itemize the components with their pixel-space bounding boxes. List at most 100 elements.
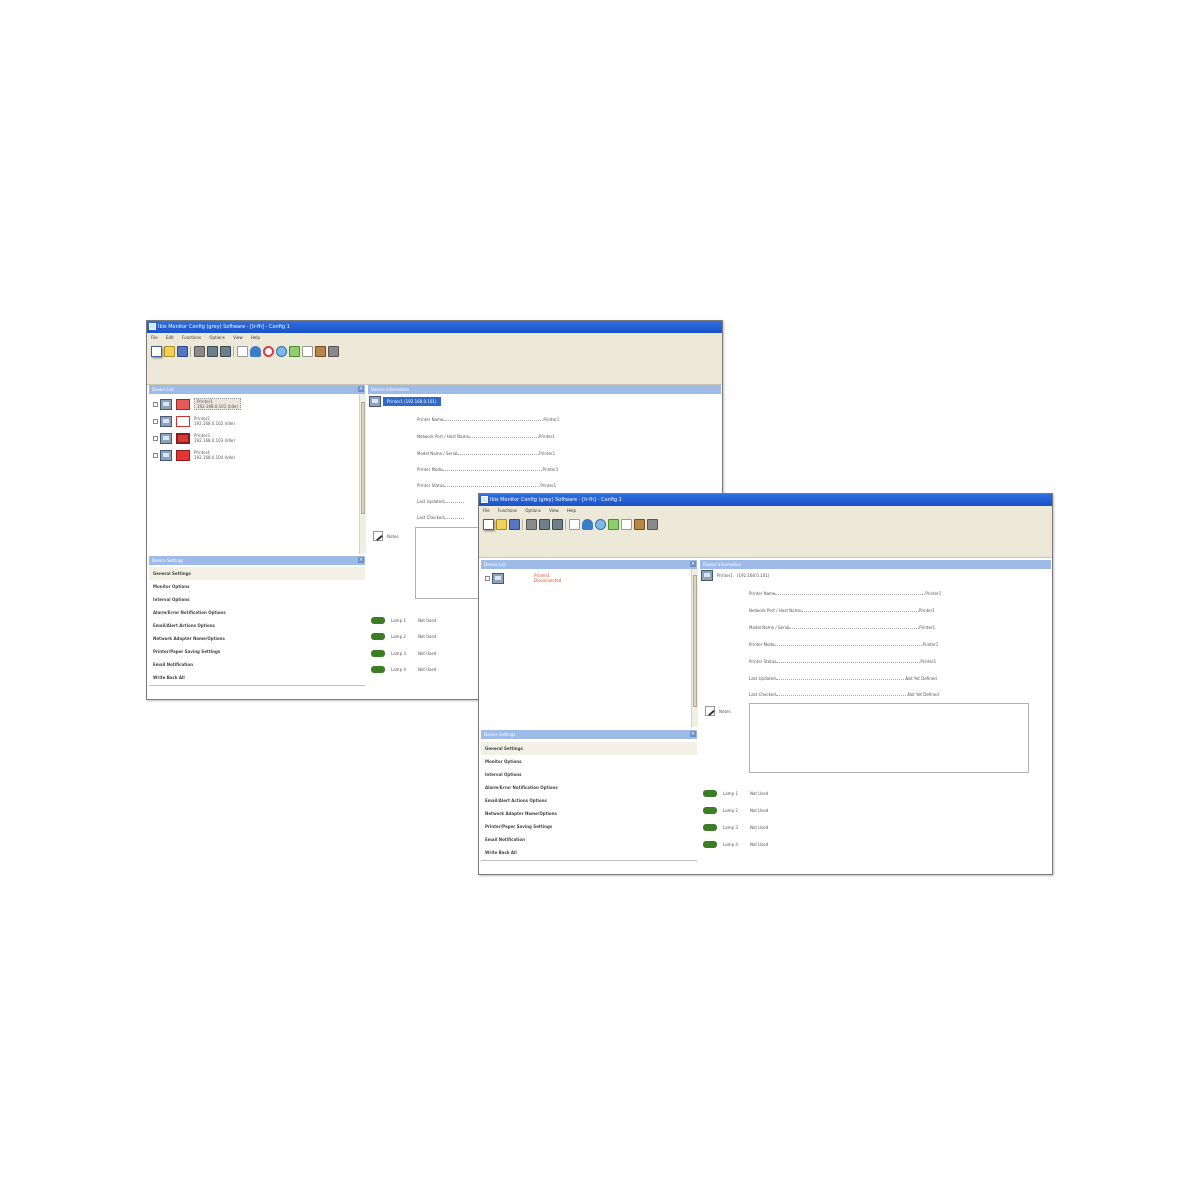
menu-edit[interactable]: Edit	[166, 335, 174, 340]
computer-icon	[160, 449, 172, 461]
settings-item[interactable]: Network Adapter Name/Options	[481, 807, 697, 820]
menu-functions[interactable]: Functions	[182, 335, 201, 340]
close-icon[interactable]: ×	[358, 386, 364, 392]
open-folder-icon[interactable]	[496, 519, 507, 530]
divider	[149, 685, 365, 686]
notes-textarea[interactable]	[415, 527, 479, 599]
user-icon[interactable]	[250, 346, 261, 357]
printer-settings-icon[interactable]	[552, 519, 563, 530]
open-folder-icon[interactable]	[164, 346, 175, 357]
menu-help[interactable]: Help	[567, 508, 576, 513]
printer-settings-icon[interactable]	[220, 346, 231, 357]
computer-icon	[701, 570, 713, 581]
title-bar[interactable]: Ibis Monitor Config (grey) Software - [I…	[147, 321, 722, 333]
device-list: Printer1 Disconnected	[481, 569, 691, 727]
monitor-icon[interactable]	[151, 346, 162, 357]
edit-icon[interactable]	[569, 519, 580, 530]
scroll-thumb[interactable]	[693, 575, 697, 707]
notes-icon	[373, 531, 383, 541]
settings-item[interactable]: Email Notification	[149, 658, 365, 671]
title-bar[interactable]: Ibis Monitor Config (grey) Software - [I…	[479, 494, 1052, 506]
globe-icon[interactable]	[276, 346, 287, 357]
wrench-icon[interactable]	[328, 346, 339, 357]
copy-icon[interactable]	[621, 519, 632, 530]
device-list-scrollbar[interactable]	[691, 569, 698, 727]
copy-icon[interactable]	[302, 346, 313, 357]
expand-icon[interactable]	[153, 452, 158, 458]
app-window-front[interactable]: Ibis Monitor Config (grey) Software - [I…	[478, 493, 1053, 875]
settings-item[interactable]: Interval Options	[481, 768, 697, 781]
menu-help[interactable]: Help	[251, 335, 260, 340]
toolbar-separator	[522, 519, 524, 530]
lamp-indicator-icon	[703, 841, 717, 848]
menu-options[interactable]: Options	[525, 508, 540, 513]
save-icon[interactable]	[177, 346, 188, 357]
settings-item[interactable]: Monitor Options	[481, 755, 697, 768]
device-tree-item[interactable]: Printer1 192.168.0.101 (Idle)	[153, 397, 241, 411]
close-icon[interactable]: ×	[690, 561, 696, 567]
settings-item[interactable]: Alarm/Error Notification Options	[481, 781, 697, 794]
settings-item[interactable]: Write Back All	[149, 671, 365, 684]
menu-functions[interactable]: Functions	[498, 508, 517, 513]
expand-icon[interactable]	[153, 418, 158, 424]
menu-file[interactable]: File	[151, 335, 158, 340]
check-icon[interactable]	[608, 519, 619, 530]
menu-bar: File Functions Options View Help	[479, 506, 1052, 515]
menu-options[interactable]: Options	[209, 335, 224, 340]
print-icon[interactable]	[539, 519, 550, 530]
computer-icon	[492, 572, 504, 584]
globe-icon[interactable]	[595, 519, 606, 530]
device-list-scrollbar[interactable]	[359, 394, 366, 554]
settings-item[interactable]: General Settings	[481, 742, 697, 755]
print-icon[interactable]	[207, 346, 218, 357]
settings-item[interactable]: Alarm/Error Notification Options	[149, 606, 365, 619]
selected-device-label[interactable]: Printer1 (192.168.0.101)	[383, 397, 441, 406]
settings-item[interactable]: Write Back All	[481, 846, 697, 859]
device-tree-item[interactable]: Printer1 Disconnected	[485, 571, 561, 585]
close-icon[interactable]: ×	[358, 557, 364, 563]
menu-view[interactable]: View	[233, 335, 243, 340]
info-field: Last Updated Not Yet Defined	[749, 676, 937, 681]
device-tree-item[interactable]: Printer3 192.168.0.103 (Idle)	[153, 431, 235, 445]
settings-item[interactable]: Printer/Paper Saving Settings	[149, 645, 365, 658]
user-icon[interactable]	[582, 519, 593, 530]
settings-list: General Settings Monitor Options Interva…	[149, 567, 365, 684]
settings-item[interactable]: Email/Alert Actions Options	[481, 794, 697, 807]
settings-item[interactable]: Interval Options	[149, 593, 365, 606]
settings-item[interactable]: Network Adapter Name/Options	[149, 632, 365, 645]
notes-icon	[705, 706, 715, 716]
settings-item[interactable]: Email/Alert Actions Options	[149, 619, 365, 632]
settings-item[interactable]: General Settings	[149, 567, 365, 580]
binoculars-icon[interactable]	[194, 346, 205, 357]
menu-file[interactable]: File	[483, 508, 490, 513]
device-tree-item[interactable]: Printer2 192.168.0.102 (Idle)	[153, 414, 235, 428]
stop-icon[interactable]	[263, 346, 274, 357]
settings-list: General Settings Monitor Options Interva…	[481, 742, 697, 859]
settings-item[interactable]: Monitor Options	[149, 580, 365, 593]
expand-icon[interactable]	[153, 435, 158, 441]
close-icon[interactable]: ×	[690, 731, 696, 737]
edit-icon[interactable]	[237, 346, 248, 357]
wrench-icon[interactable]	[647, 519, 658, 530]
monitor-icon[interactable]	[483, 519, 494, 530]
notes-textarea[interactable]	[749, 703, 1029, 773]
tools-icon[interactable]	[315, 346, 326, 357]
device-label: Printer1 Disconnected	[534, 573, 562, 583]
copier-icon	[176, 449, 190, 461]
expand-icon[interactable]	[485, 575, 490, 581]
check-icon[interactable]	[289, 346, 300, 357]
selected-device-label[interactable]: Printer1	[715, 571, 735, 580]
settings-item[interactable]: Printer/Paper Saving Settings	[481, 820, 697, 833]
notes-label: Notes	[387, 534, 399, 539]
expand-icon[interactable]	[153, 401, 158, 407]
binoculars-icon[interactable]	[526, 519, 537, 530]
device-tree-item[interactable]: Printer4 192.168.0.104 (Idle)	[153, 448, 235, 462]
menu-view[interactable]: View	[549, 508, 559, 513]
tools-icon[interactable]	[634, 519, 645, 530]
info-field: Printer Status Printer1	[749, 659, 937, 664]
save-icon[interactable]	[509, 519, 520, 530]
scroll-thumb[interactable]	[361, 402, 365, 514]
printer-icon	[176, 398, 190, 410]
window-title: Ibis Monitor Config (grey) Software - [I…	[490, 497, 622, 503]
settings-item[interactable]: Email Notification	[481, 833, 697, 846]
